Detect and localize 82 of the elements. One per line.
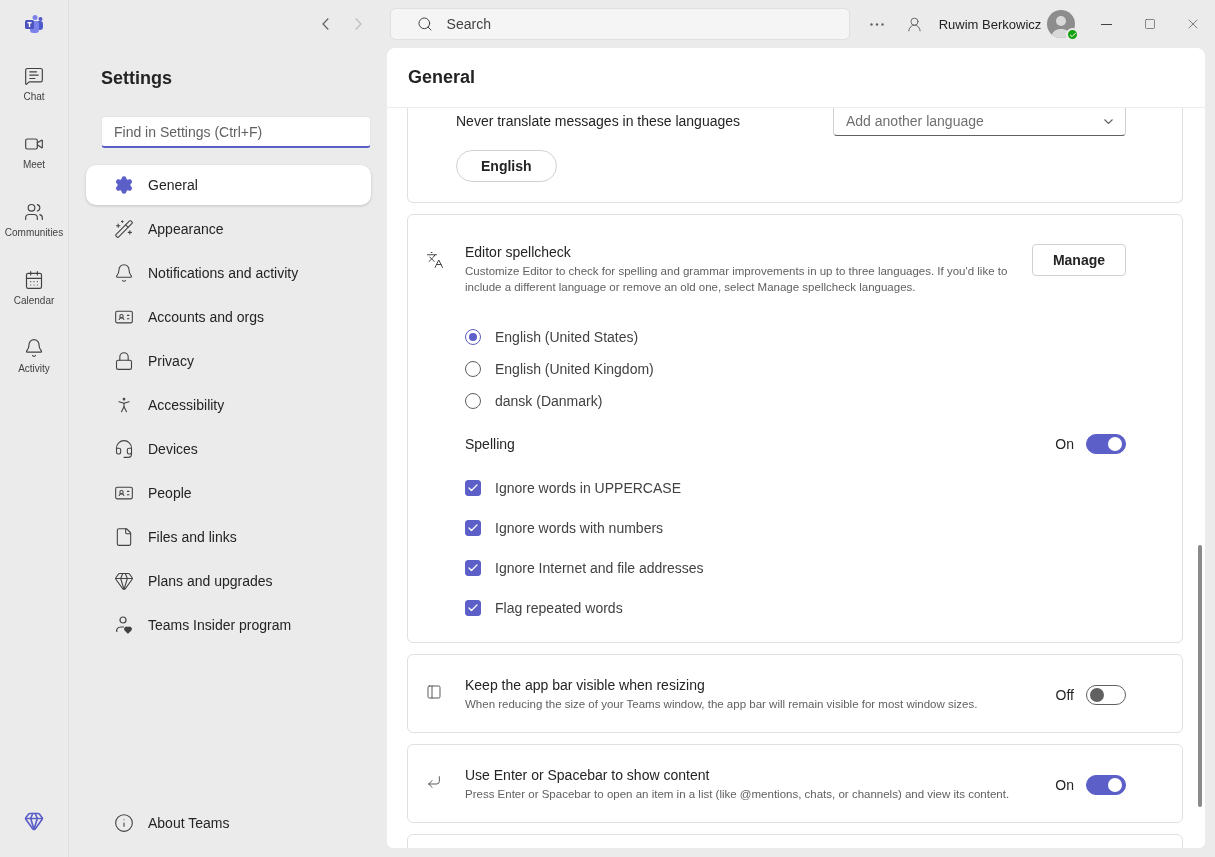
headset-icon	[114, 439, 134, 459]
settings-nav-item[interactable]: Teams Insider program	[86, 605, 371, 645]
toggle-switch[interactable]	[1086, 684, 1126, 705]
app-bar-item[interactable]: Meet	[2, 124, 66, 192]
person-heart-icon	[114, 615, 134, 635]
toggle-state: Off	[1055, 686, 1074, 703]
user-name: Ruwim Berkowicz	[938, 16, 1042, 32]
maximize-icon	[1144, 18, 1157, 30]
checkbox[interactable]	[465, 520, 481, 536]
settings-nav-item[interactable]: Devices	[86, 429, 371, 469]
bell-icon	[114, 263, 134, 283]
language-dropdown[interactable]: Add another language	[833, 108, 1126, 136]
file-icon	[114, 527, 134, 547]
settings-nav-item[interactable]: Files and links	[86, 517, 371, 557]
toggle-switch[interactable]	[1086, 434, 1126, 454]
search-field[interactable]: Search	[389, 8, 850, 40]
teams-logo-icon	[24, 14, 44, 34]
setting-label: Never translate messages in these languages	[456, 113, 741, 129]
setting-description: Customize Editor to check for spelling and grammar improvements in up to three languages. If you'd like to include a different language or remove an old one, select Manage spellcheck languages.	[465, 264, 1009, 295]
check-icon	[467, 482, 479, 494]
checkbox-option[interactable]: Ignore Internet and file addresses	[465, 548, 1126, 588]
check-icon	[467, 602, 479, 614]
settings-nav-item[interactable]: General	[86, 165, 371, 205]
settings-title: Settings	[101, 68, 173, 89]
setting-label: Spelling	[465, 436, 515, 452]
calendar-icon	[24, 270, 44, 290]
checkbox-option[interactable]: Flag repeated words	[465, 588, 1126, 628]
app-bar-item[interactable]: Activity	[2, 328, 66, 396]
checkbox-option[interactable]: Ignore words with numbers	[465, 508, 1126, 548]
setting-description: Press Enter or Spacebar to open an item in a list (like @mentions, chats, or channels) and view its content.	[465, 787, 1010, 802]
page-title: General	[408, 67, 476, 88]
manage-button[interactable]: Manage	[1031, 244, 1126, 276]
app-bar-item[interactable]: Communities	[2, 192, 66, 260]
chevron-left-icon	[321, 18, 329, 30]
app-bar-item[interactable]: Calendar	[2, 260, 66, 328]
people-icon	[24, 202, 44, 222]
translate-icon	[426, 251, 444, 269]
avatar[interactable]	[1047, 10, 1076, 38]
scrollbar[interactable]	[1198, 545, 1202, 807]
language-radio[interactable]: dansk (Danmark)	[465, 385, 1126, 417]
check-icon	[467, 562, 479, 574]
person-icon	[905, 15, 923, 33]
language-radio[interactable]: English (United Kingdom)	[465, 353, 1126, 385]
checkbox-option[interactable]: Ignore words in UPPERCASE	[465, 468, 1126, 508]
setting-description: When reducing the size of your Teams window, the app bar will remain visible for most window sizes.	[465, 697, 978, 712]
minimize-icon	[1101, 23, 1113, 25]
find-in-settings-field[interactable]: Find in Settings (Ctrl+F)	[101, 116, 371, 148]
checkbox[interactable]	[465, 480, 481, 496]
settings-nav-item[interactable]: People	[86, 473, 371, 513]
toggle-state: On	[1055, 436, 1074, 452]
info-icon	[114, 813, 134, 833]
settings-nav-item[interactable]: Accounts and orgs	[86, 297, 371, 337]
more-icon	[869, 22, 884, 26]
settings-nav-item[interactable]: Notifications and activity	[86, 253, 371, 293]
search-icon	[416, 16, 433, 32]
lock-icon	[114, 351, 134, 371]
settings-nav-item[interactable]: Plans and upgrades	[86, 561, 371, 601]
chevron-down-icon	[1104, 118, 1113, 124]
gear-icon	[114, 175, 134, 195]
toggle-state: On	[1055, 776, 1074, 793]
diamond-icon[interactable]	[24, 811, 44, 831]
checkbox[interactable]	[465, 600, 481, 616]
app-bar-item[interactable]: Chat	[2, 56, 66, 124]
settings-nav-item[interactable]: Accessibility	[86, 385, 371, 425]
chevron-right-icon	[355, 18, 363, 30]
magic-wand-icon	[114, 219, 134, 239]
setting-title: Keep the app bar visible when resizing	[465, 677, 706, 693]
check-icon	[467, 522, 479, 534]
panel-icon	[426, 684, 442, 700]
language-chip[interactable]: English	[456, 150, 557, 182]
chat-icon	[24, 66, 44, 86]
setting-title: Editor spellcheck	[465, 244, 572, 260]
toggle-switch[interactable]	[1086, 774, 1126, 795]
checkbox[interactable]	[465, 560, 481, 576]
language-radio[interactable]: English (United States)	[465, 321, 1126, 353]
settings-nav-item[interactable]: Appearance	[86, 209, 371, 249]
bell-icon	[24, 338, 44, 358]
setting-title: Use Enter or Spacebar to show content	[465, 767, 711, 783]
enter-key-icon	[426, 774, 442, 790]
settings-nav-item[interactable]: Privacy	[86, 341, 371, 381]
diamond-icon	[114, 571, 134, 591]
settings-nav-item[interactable]: About Teams	[86, 803, 371, 843]
